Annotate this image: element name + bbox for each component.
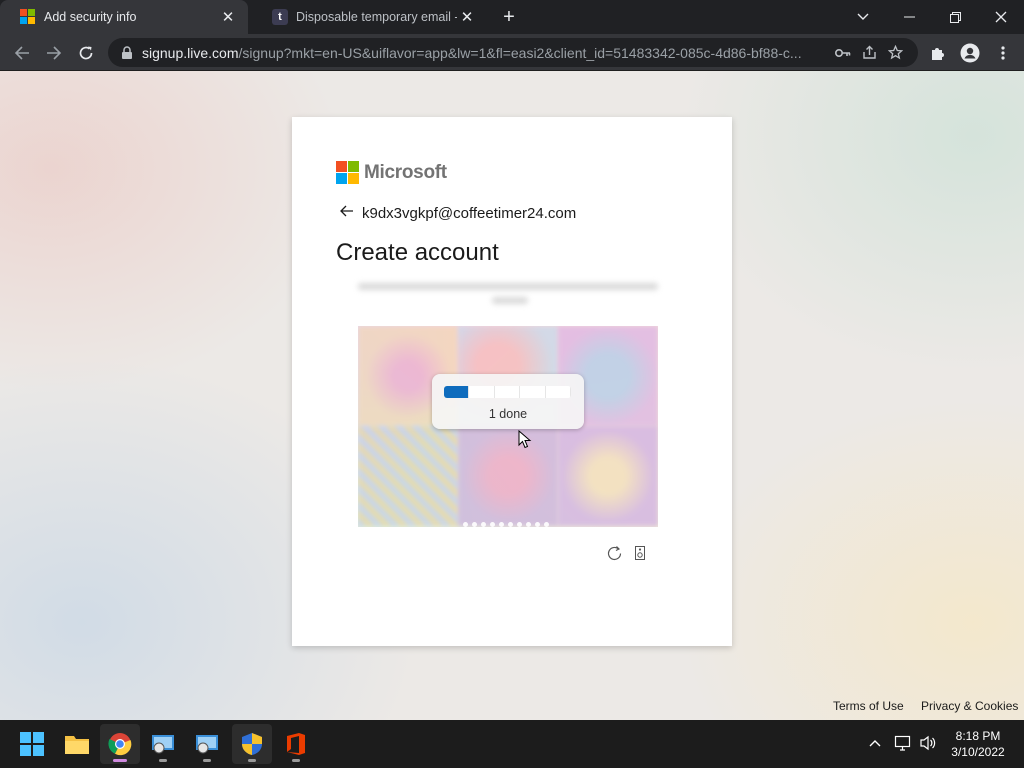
profile-avatar-icon[interactable] <box>957 40 983 66</box>
tab-add-security-info[interactable]: Add security info ✕ <box>0 0 248 34</box>
progress-segment-pending <box>495 386 521 398</box>
blurred-instruction-line <box>358 283 658 290</box>
file-explorer-icon[interactable] <box>57 724 97 764</box>
identity-email: k9dx3vgkpf@coffeetimer24.com <box>362 204 577 222</box>
volume-icon[interactable] <box>917 732 939 754</box>
back-arrow-icon[interactable] <box>340 204 354 222</box>
security-shield-icon[interactable] <box>232 724 272 764</box>
remote-app-icon[interactable] <box>143 724 183 764</box>
progress-status: 1 done <box>488 407 528 421</box>
url-text: signup.live.com/signup?mkt=en-US&uiflavo… <box>142 44 802 61</box>
restore-button[interactable] <box>932 0 978 34</box>
progress-overlay: 1 done <box>432 374 584 429</box>
microsoft-favicon-icon <box>20 9 36 25</box>
system-clock[interactable]: 8:18 PM 3/10/2022 <box>944 728 1012 760</box>
progress-segment-done <box>444 386 470 398</box>
show-hidden-icons-chevron-icon[interactable] <box>864 732 886 754</box>
tab-title: Disposable temporary email - Te <box>296 10 457 24</box>
browser-tab-strip: Add security info ✕ t Disposable tempora… <box>0 0 1024 34</box>
blurred-instruction-line <box>492 297 528 304</box>
back-arrow-icon[interactable] <box>9 40 35 66</box>
terms-of-use-link[interactable]: Terms of Use <box>833 699 904 713</box>
reload-icon[interactable] <box>73 40 99 66</box>
temp-mail-favicon-icon: t <box>272 9 288 25</box>
close-tab-icon[interactable]: ✕ <box>218 7 238 27</box>
progress-segment-pending <box>469 386 495 398</box>
puzzle-tile[interactable] <box>358 426 458 526</box>
signup-card: Microsoft k9dx3vgkpf@coffeetimer24.com C… <box>292 117 732 646</box>
new-tab-button[interactable]: + <box>498 6 520 28</box>
close-window-button[interactable] <box>978 0 1024 34</box>
star-icon[interactable] <box>882 40 908 66</box>
tab-disposable-email[interactable]: t Disposable temporary email - Te ✕ <box>252 0 487 34</box>
tab-search-chevron-icon[interactable] <box>840 0 886 34</box>
address-bar[interactable]: signup.live.com/signup?mkt=en-US&uiflavo… <box>108 38 918 67</box>
microsoft-logo: Microsoft <box>336 161 447 184</box>
page-title: Create account <box>336 239 499 266</box>
share-icon[interactable] <box>856 40 882 66</box>
progress-segment-pending <box>546 386 571 398</box>
chrome-menu-icon[interactable] <box>990 40 1016 66</box>
identity-banner[interactable]: k9dx3vgkpf@coffeetimer24.com <box>340 204 576 222</box>
captcha-puzzle-image[interactable]: 1 done <box>358 326 658 527</box>
page-viewport: Microsoft k9dx3vgkpf@coffeetimer24.com C… <box>0 71 1024 720</box>
audio-challenge-icon[interactable] <box>631 544 649 562</box>
progress-segment-pending <box>520 386 546 398</box>
puzzle-tile[interactable] <box>458 426 558 526</box>
minimize-button[interactable] <box>886 0 932 34</box>
tab-title: Add security info <box>44 10 137 24</box>
office-icon[interactable] <box>276 724 316 764</box>
remote-app-2-icon[interactable] <box>187 724 227 764</box>
puzzle-progress-bar <box>444 386 571 398</box>
lock-icon <box>122 45 132 59</box>
windows-taskbar: 8:18 PM 3/10/2022 <box>0 720 1024 768</box>
network-icon[interactable] <box>892 732 914 754</box>
refresh-puzzle-icon[interactable] <box>605 544 623 562</box>
start-button[interactable] <box>12 724 52 764</box>
extensions-puzzle-icon[interactable] <box>925 40 951 66</box>
forward-arrow-icon[interactable] <box>41 40 67 66</box>
mouse-cursor-icon <box>518 430 532 449</box>
privacy-cookies-link[interactable]: Privacy & Cookies <box>921 699 1018 713</box>
close-tab-icon[interactable]: ✕ <box>457 7 477 27</box>
windows-logo-icon <box>20 732 44 756</box>
carousel-dots <box>463 522 549 527</box>
key-icon[interactable] <box>830 40 856 66</box>
clock-time: 8:18 PM <box>955 729 1001 743</box>
chrome-taskbar-icon[interactable] <box>100 724 140 764</box>
browser-toolbar: signup.live.com/signup?mkt=en-US&uiflavo… <box>0 34 1024 71</box>
microsoft-logo-icon <box>336 161 359 184</box>
puzzle-tile[interactable] <box>558 426 658 526</box>
clock-date: 3/10/2022 <box>951 745 1005 759</box>
